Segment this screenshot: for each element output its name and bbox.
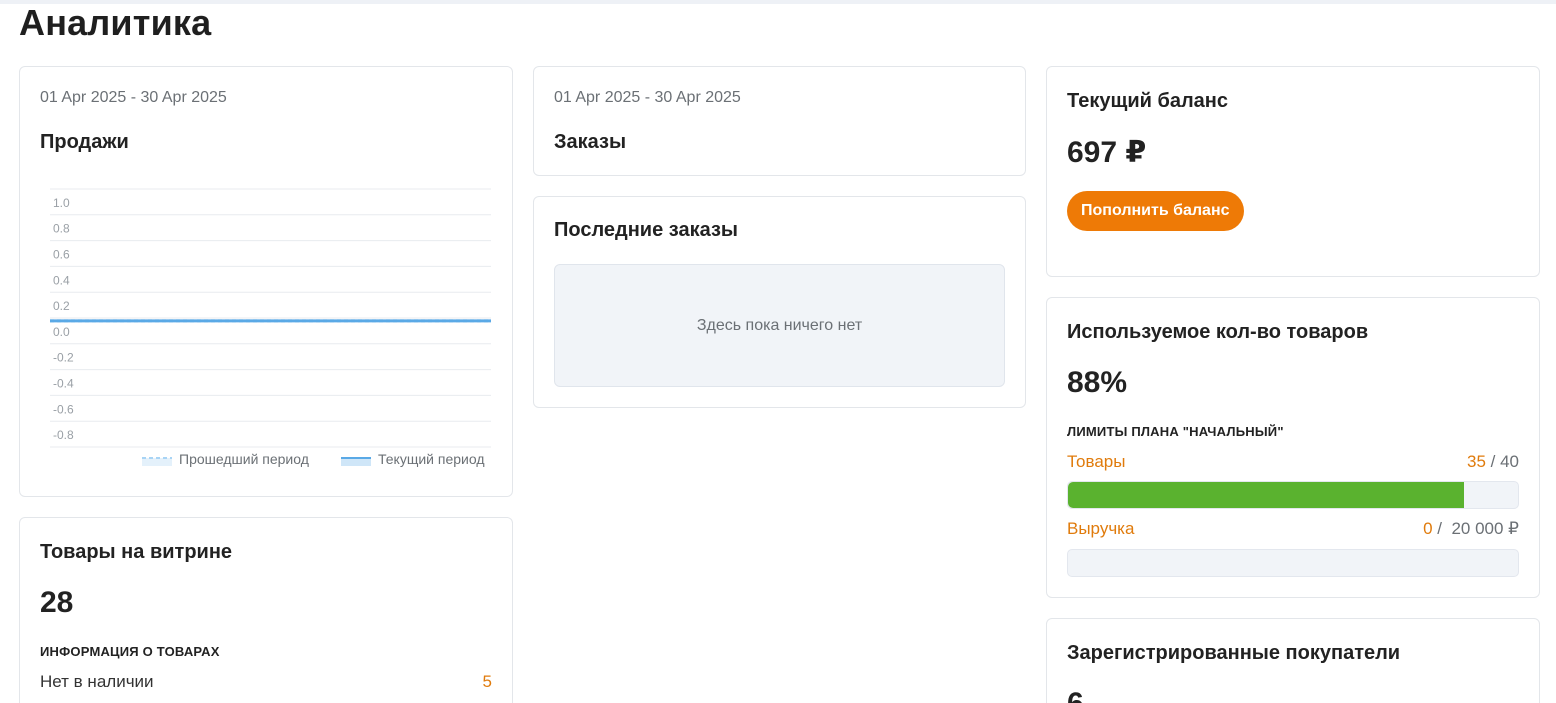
legend-swatch-1 xyxy=(341,458,371,466)
plan-limits-label: ЛИМИТЫ ПЛАНА "НАЧАЛЬНЫЙ" xyxy=(1067,424,1284,439)
out-of-stock-value[interactable]: 5 xyxy=(483,672,492,692)
chart-y-tick-label: 0.4 xyxy=(53,273,70,287)
chart-y-tick-label: 0.2 xyxy=(53,299,70,313)
limit-revenue-max: 20 000 ₽ xyxy=(1451,519,1519,538)
usage-card: Используемое кол-во товаров 88% ЛИМИТЫ П… xyxy=(1046,297,1540,598)
showcase-card: Товары на витрине 28 ИНФОРМАЦИЯ О ТОВАРА… xyxy=(19,517,513,703)
chart-y-tick-label: 1.0 xyxy=(53,196,70,210)
chart-y-tick-label: -0.2 xyxy=(53,351,74,365)
showcase-count: 28 xyxy=(40,586,74,619)
page-title: Аналитика xyxy=(19,2,212,43)
limit-products-progress xyxy=(1067,481,1519,509)
sales-card: 01 Apr 2025 - 30 Apr 2025 Продажи 1.0 0.8… xyxy=(19,66,513,497)
out-of-stock-label[interactable]: Нет в наличии xyxy=(40,672,154,692)
top-bar xyxy=(0,0,1556,4)
limit-products-label[interactable]: Товары xyxy=(1067,452,1125,472)
limit-revenue-progress xyxy=(1067,549,1519,577)
legend-label-1: Текущий период xyxy=(378,451,485,467)
showcase-title: Товары на витрине xyxy=(40,541,233,563)
showcase-section-label: ИНФОРМАЦИЯ О ТОВАРАХ xyxy=(40,644,220,659)
chart-y-tick-label: -0.8 xyxy=(53,428,74,442)
customers-title: Зарегистрированные покупатели xyxy=(1067,642,1401,664)
sales-title: Продажи xyxy=(40,131,129,153)
limit-products-progress-fill xyxy=(1068,482,1464,508)
balance-title: Текущий баланс xyxy=(1067,90,1229,112)
limit-revenue-separator: / xyxy=(1432,519,1452,538)
top-up-balance-button[interactable]: Пополнить баланс xyxy=(1067,191,1244,231)
sales-date-range[interactable]: 01 Apr 2025 - 30 Apr 2025 xyxy=(40,89,227,107)
recent-orders-title: Последние заказы xyxy=(554,219,738,241)
limit-products-count: 35 / 40 xyxy=(1467,452,1519,472)
chart-y-tick-label: 0.6 xyxy=(53,248,70,262)
limit-products-separator: / xyxy=(1485,452,1501,471)
usage-percent: 88% xyxy=(1067,366,1128,399)
chart-y-tick-label: -0.4 xyxy=(53,377,74,391)
limit-products-max: 40 xyxy=(1500,452,1519,471)
recent-orders-card: Последние заказы Здесь пока ничего нет xyxy=(533,196,1026,408)
limit-revenue-label[interactable]: Выручка xyxy=(1067,519,1134,539)
chart-y-tick-label: 0.8 xyxy=(53,222,70,236)
balance-value: 697 ₽ xyxy=(1067,136,1147,169)
customers-count: 6 xyxy=(1067,687,1084,703)
recent-orders-empty: Здесь пока ничего нет xyxy=(554,264,1005,387)
legend-label-0: Прошедший период xyxy=(179,451,309,467)
limit-revenue-count: 0 / 20 000 ₽ xyxy=(1423,519,1519,539)
chart-y-tick-label: -0.6 xyxy=(53,402,74,416)
orders-card: 01 Apr 2025 - 30 Apr 2025 Заказы xyxy=(533,66,1026,176)
customers-card: Зарегистрированные покупатели 6 xyxy=(1046,618,1540,703)
limit-revenue-used: 0 xyxy=(1423,519,1433,538)
chart-y-tick-label: 0.0 xyxy=(53,325,70,339)
orders-title: Заказы xyxy=(554,131,627,153)
usage-title: Используемое кол-во товаров xyxy=(1067,321,1369,343)
legend-swatch-0 xyxy=(142,458,172,466)
limit-products-used: 35 xyxy=(1466,452,1486,471)
sales-chart: 1.0 0.8 0.6 0.4 0.2 0.0 -0.2 -0.4 -0.6 -0.8 Прошед… xyxy=(50,188,491,467)
orders-date-range[interactable]: 01 Apr 2025 - 30 Apr 2025 xyxy=(554,89,741,107)
balance-card: Текущий баланс 697 ₽ Пополнить баланс xyxy=(1046,66,1540,277)
